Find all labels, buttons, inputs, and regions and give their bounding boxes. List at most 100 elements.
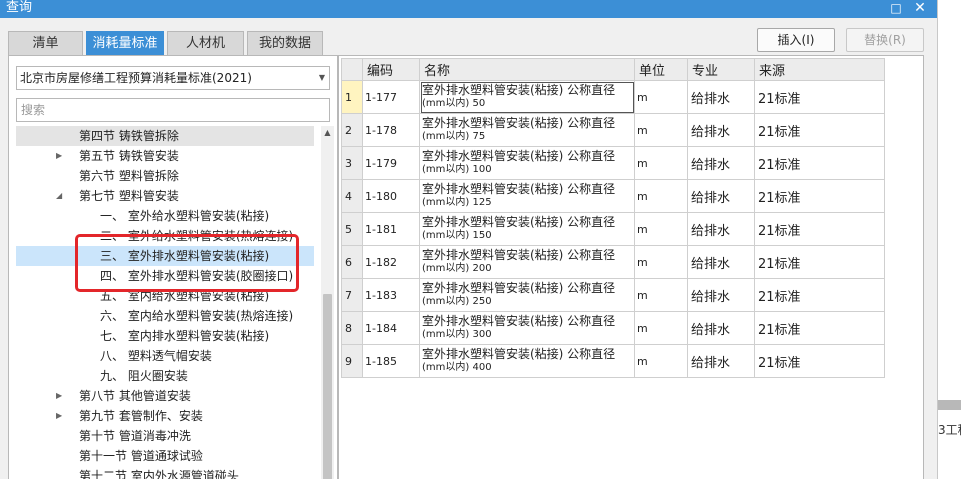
cell-specialty[interactable]: 给排水 — [687, 113, 755, 147]
column-header-source[interactable]: 来源 — [754, 58, 885, 81]
tree-item[interactable]: 一、 室外给水塑料管安装(粘接) — [16, 206, 314, 226]
cell-specialty[interactable]: 给排水 — [687, 311, 755, 345]
tab-bill[interactable]: 清单 — [8, 31, 83, 55]
cell-specialty[interactable]: 给排水 — [687, 212, 755, 246]
tree-item[interactable]: 二、 室外给水塑料管安装(热熔连接) — [16, 226, 314, 246]
maximize-icon[interactable]: □ — [889, 1, 903, 15]
row-number[interactable]: 7 — [341, 278, 363, 312]
tree-item[interactable]: ▶ 第五节 铸铁管安装 — [16, 146, 314, 166]
cell-source[interactable]: 21标准 — [754, 245, 885, 279]
tree-item[interactable]: 九、 阻火圈安装 — [16, 366, 314, 386]
table-row[interactable]: 8 1-184 室外排水塑料管安装(粘接) 公称直径 (mm以内) 300 m 给排水 21… — [341, 311, 885, 345]
tree-item[interactable]: ▶ 第九节 套管制作、安装 — [16, 406, 314, 426]
tab-consumption-standard[interactable]: 消耗量标准 — [86, 31, 164, 55]
cell-code[interactable]: 1-179 — [362, 146, 420, 180]
row-number[interactable]: 2 — [341, 113, 363, 147]
cell-code[interactable]: 1-181 — [362, 212, 420, 246]
cell-name[interactable]: 室外排水塑料管安装(粘接) 公称直径 (mm以内) 150 — [419, 212, 635, 246]
cell-specialty[interactable]: 给排水 — [687, 278, 755, 312]
cell-unit[interactable]: m — [634, 179, 688, 213]
table-row[interactable]: 5 1-181 室外排水塑料管安装(粘接) 公称直径 (mm以内) 150 m 给排水 21… — [341, 212, 885, 246]
cell-unit[interactable]: m — [634, 80, 688, 114]
table-row[interactable]: 3 1-179 室外排水塑料管安装(粘接) 公称直径 (mm以内) 100 m 给排水 21… — [341, 146, 885, 180]
tree-item[interactable]: 第四节 铸铁管拆除 — [16, 126, 314, 146]
table-row[interactable]: 9 1-185 室外排水塑料管安装(粘接) 公称直径 (mm以内) 400 m 给排水 21… — [341, 344, 885, 378]
column-header-unit[interactable]: 单位 — [634, 58, 688, 81]
table-row[interactable]: 2 1-178 室外排水塑料管安装(粘接) 公称直径 (mm以内) 75 m 给排水 21标… — [341, 113, 885, 147]
cell-specialty[interactable]: 给排水 — [687, 245, 755, 279]
row-number[interactable]: 8 — [341, 311, 363, 345]
cell-source[interactable]: 21标准 — [754, 80, 885, 114]
tab-my-data[interactable]: 我的数据 — [247, 31, 323, 55]
table-row[interactable]: 1 1-177 室外排水塑料管安装(粘接) 公称直径 (mm以内) 50 m 给排水 21标… — [341, 80, 885, 114]
expand-arrow-icon[interactable]: ▶ — [56, 386, 62, 406]
tree-item[interactable]: 六、 室内给水塑料管安装(热熔连接) — [16, 306, 314, 326]
tree-item[interactable]: 第十一节 管道通球试验 — [16, 446, 314, 466]
column-header-name[interactable]: 名称 — [419, 58, 635, 81]
row-number[interactable]: 9 — [341, 344, 363, 378]
row-number[interactable]: 6 — [341, 245, 363, 279]
insert-button[interactable]: 插入(I) — [757, 28, 835, 52]
expand-arrow-icon[interactable]: ▶ — [56, 406, 62, 426]
tree-item[interactable]: 第十节 管道消毒冲洗 — [16, 426, 314, 446]
cell-source[interactable]: 21标准 — [754, 278, 885, 312]
column-header-code[interactable]: 编码 — [362, 58, 420, 81]
tree-item[interactable]: 五、 室内给水塑料管安装(粘接) — [16, 286, 314, 306]
row-number[interactable]: 3 — [341, 146, 363, 180]
tab-labor-material-machine[interactable]: 人材机 — [167, 31, 244, 55]
scroll-up-icon[interactable]: ▲ — [321, 126, 334, 139]
cell-name[interactable]: 室外排水塑料管安装(粘接) 公称直径 (mm以内) 300 — [419, 311, 635, 345]
search-input[interactable] — [16, 98, 330, 122]
tree-item[interactable]: ▶ 第八节 其他管道安装 — [16, 386, 314, 406]
close-icon[interactable]: ✕ — [910, 0, 930, 16]
cell-specialty[interactable]: 给排水 — [687, 179, 755, 213]
replace-button[interactable]: 替换(R) — [846, 28, 924, 52]
cell-source[interactable]: 21标准 — [754, 179, 885, 213]
tree-item[interactable]: 八、 塑料透气帽安装 — [16, 346, 314, 366]
tree-item[interactable]: 四、 室外排水塑料管安装(胶圈接口) — [16, 266, 314, 286]
cell-unit[interactable]: m — [634, 113, 688, 147]
row-number[interactable]: 4 — [341, 179, 363, 213]
tree-scrollbar[interactable]: ▲ — [321, 126, 334, 479]
cell-name[interactable]: 室外排水塑料管安装(粘接) 公称直径 (mm以内) 50 — [419, 80, 635, 114]
column-header-specialty[interactable]: 专业 — [687, 58, 755, 81]
cell-name[interactable]: 室外排水塑料管安装(粘接) 公称直径 (mm以内) 100 — [419, 146, 635, 180]
cell-name[interactable]: 室外排水塑料管安装(粘接) 公称直径 (mm以内) 200 — [419, 245, 635, 279]
cell-source[interactable]: 21标准 — [754, 344, 885, 378]
cell-specialty[interactable]: 给排水 — [687, 344, 755, 378]
cell-source[interactable]: 21标准 — [754, 113, 885, 147]
cell-code[interactable]: 1-184 — [362, 311, 420, 345]
tree-item[interactable]: 七、 室内排水塑料管安装(粘接) — [16, 326, 314, 346]
cell-unit[interactable]: m — [634, 278, 688, 312]
cell-specialty[interactable]: 给排水 — [687, 80, 755, 114]
tree-item[interactable]: 三、 室外排水塑料管安装(粘接) — [16, 246, 314, 266]
row-number[interactable]: 5 — [341, 212, 363, 246]
cell-name[interactable]: 室外排水塑料管安装(粘接) 公称直径 (mm以内) 75 — [419, 113, 635, 147]
cell-specialty[interactable]: 给排水 — [687, 146, 755, 180]
cell-code[interactable]: 1-178 — [362, 113, 420, 147]
cell-code[interactable]: 1-183 — [362, 278, 420, 312]
cell-unit[interactable]: m — [634, 212, 688, 246]
cell-unit[interactable]: m — [634, 311, 688, 345]
cell-source[interactable]: 21标准 — [754, 146, 885, 180]
cell-code[interactable]: 1-182 — [362, 245, 420, 279]
table-row[interactable]: 6 1-182 室外排水塑料管安装(粘接) 公称直径 (mm以内) 200 m 给排水 21… — [341, 245, 885, 279]
cell-code[interactable]: 1-177 — [362, 80, 420, 114]
tree-item[interactable]: 第六节 塑料管拆除 — [16, 166, 314, 186]
row-number[interactable]: 1 — [341, 80, 363, 114]
cell-name[interactable]: 室外排水塑料管安装(粘接) 公称直径 (mm以内) 400 — [419, 344, 635, 378]
cell-unit[interactable]: m — [634, 344, 688, 378]
cell-unit[interactable]: m — [634, 146, 688, 180]
cell-name[interactable]: 室外排水塑料管安装(粘接) 公称直径 (mm以内) 250 — [419, 278, 635, 312]
tree-item[interactable]: ◢ 第七节 塑料管安装 — [16, 186, 314, 206]
cell-code[interactable]: 1-185 — [362, 344, 420, 378]
collapse-arrow-icon[interactable]: ◢ — [56, 186, 62, 206]
cell-source[interactable]: 21标准 — [754, 311, 885, 345]
scroll-thumb[interactable] — [323, 294, 332, 479]
tree-item[interactable]: 第十二节 室内外水源管道碰头 — [16, 466, 314, 479]
cell-source[interactable]: 21标准 — [754, 212, 885, 246]
standard-dropdown[interactable]: 北京市房屋修缮工程预算消耗量标准(2021) ▼ — [16, 66, 330, 90]
expand-arrow-icon[interactable]: ▶ — [56, 146, 62, 166]
table-row[interactable]: 7 1-183 室外排水塑料管安装(粘接) 公称直径 (mm以内) 250 m 给排水 21… — [341, 278, 885, 312]
cell-unit[interactable]: m — [634, 245, 688, 279]
